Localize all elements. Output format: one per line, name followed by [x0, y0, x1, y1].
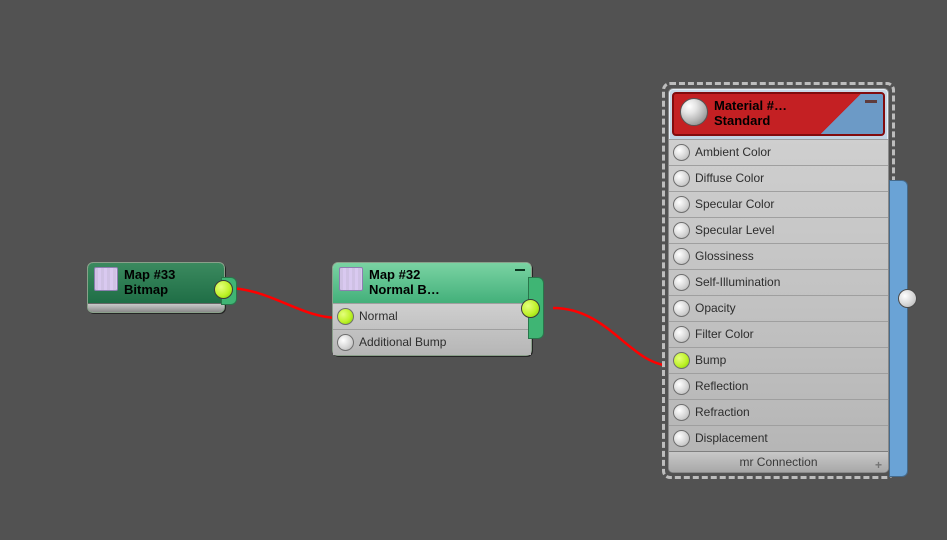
- normal-bump-node[interactable]: Map #32 Normal B… Normal Additional Bump: [332, 262, 532, 356]
- footer-label: mr Connection: [739, 455, 817, 469]
- output-socket[interactable]: [898, 289, 917, 308]
- input-slot-additional-bump[interactable]: Additional Bump: [333, 329, 531, 355]
- node-type: Normal B…: [369, 282, 440, 297]
- node-type: Bitmap: [124, 282, 175, 297]
- slot-label: Refraction: [695, 405, 750, 419]
- slot-label: Specular Level: [695, 223, 774, 237]
- slot-label: Self-Illumination: [695, 275, 780, 289]
- material-type: Standard: [714, 113, 787, 128]
- material-slot[interactable]: Ambient Color: [669, 139, 888, 165]
- slot-label: Reflection: [695, 379, 748, 393]
- slot-label: Specular Color: [695, 197, 774, 211]
- material-slot[interactable]: Opacity: [669, 295, 888, 321]
- material-preview-sphere: [680, 98, 708, 126]
- input-socket[interactable]: [673, 352, 690, 369]
- material-slot[interactable]: Diffuse Color: [669, 165, 888, 191]
- footer-section[interactable]: mr Connection +: [669, 451, 888, 472]
- input-socket[interactable]: [673, 300, 690, 317]
- input-socket[interactable]: [673, 326, 690, 343]
- output-socket[interactable]: [521, 299, 540, 318]
- node-title: Map #33: [124, 267, 175, 282]
- material-slot[interactable]: Specular Level: [669, 217, 888, 243]
- material-slot[interactable]: Self-Illumination: [669, 269, 888, 295]
- slot-label: Bump: [695, 353, 726, 367]
- slot-label: Normal: [359, 309, 398, 323]
- slot-label: Filter Color: [695, 327, 754, 341]
- input-socket[interactable]: [673, 144, 690, 161]
- expand-icon[interactable]: +: [875, 455, 882, 475]
- input-socket[interactable]: [337, 334, 354, 351]
- material-slot[interactable]: Displacement: [669, 425, 888, 451]
- material-slot[interactable]: Bump: [669, 347, 888, 373]
- material-slot[interactable]: Refraction: [669, 399, 888, 425]
- slot-label: Displacement: [695, 431, 768, 445]
- slot-label: Ambient Color: [695, 145, 771, 159]
- input-socket[interactable]: [673, 196, 690, 213]
- output-socket[interactable]: [214, 280, 233, 299]
- slot-label: Diffuse Color: [695, 171, 764, 185]
- node-title: Map #32: [369, 267, 440, 282]
- node-thumbnail: [339, 267, 363, 291]
- material-header[interactable]: Material #… Standard: [672, 92, 885, 136]
- material-node[interactable]: Material #… Standard Ambient Color Diffus…: [662, 82, 895, 479]
- material-slot[interactable]: Reflection: [669, 373, 888, 399]
- input-socket[interactable]: [337, 308, 354, 325]
- material-slot[interactable]: Filter Color: [669, 321, 888, 347]
- input-socket[interactable]: [673, 378, 690, 395]
- material-slot[interactable]: Specular Color: [669, 191, 888, 217]
- node-thumbnail: [94, 267, 118, 291]
- material-slot[interactable]: Glossiness: [669, 243, 888, 269]
- slot-label: Opacity: [695, 301, 736, 315]
- input-socket[interactable]: [673, 404, 690, 421]
- input-socket[interactable]: [673, 248, 690, 265]
- slot-label: Additional Bump: [359, 335, 446, 349]
- input-slot-normal[interactable]: Normal: [333, 303, 531, 329]
- material-title: Material #…: [714, 98, 787, 113]
- collapse-icon[interactable]: [865, 100, 877, 103]
- slot-label: Glossiness: [695, 249, 754, 263]
- collapse-icon[interactable]: [515, 269, 525, 271]
- bitmap-node[interactable]: Map #33 Bitmap: [87, 262, 225, 313]
- input-socket[interactable]: [673, 274, 690, 291]
- output-tab[interactable]: [889, 180, 908, 477]
- input-socket[interactable]: [673, 222, 690, 239]
- input-socket[interactable]: [673, 170, 690, 187]
- input-socket[interactable]: [673, 430, 690, 447]
